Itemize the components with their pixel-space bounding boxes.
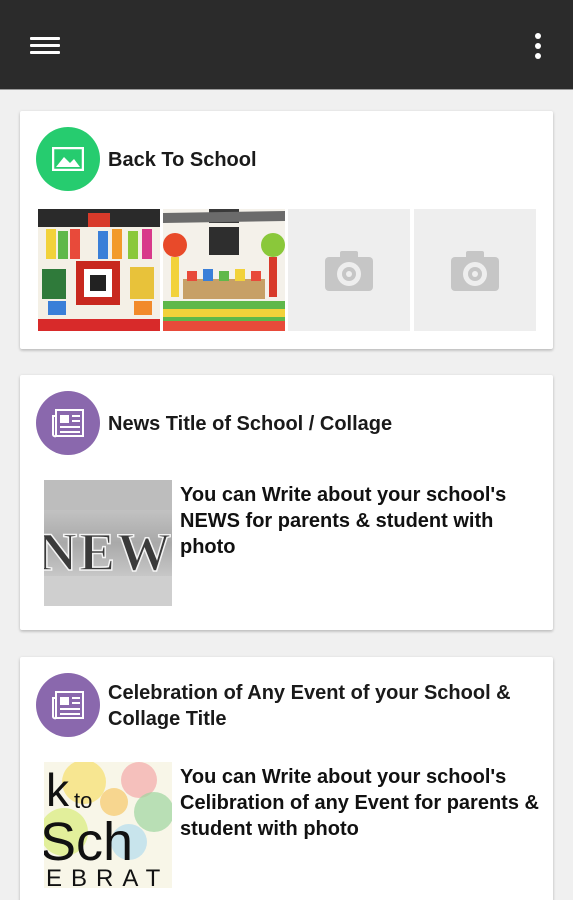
card-title: News Title of School / Collage	[108, 413, 393, 435]
menu-icon[interactable]	[26, 30, 64, 60]
card-title: Back To School	[108, 149, 257, 171]
celebration-text-to: to	[74, 788, 92, 813]
celebration-card[interactable]: Celebration of Any Event of your School …	[20, 657, 553, 900]
news-image[interactable]: NEWS	[44, 480, 172, 606]
camera-icon	[451, 249, 499, 291]
newspaper-icon	[36, 673, 100, 737]
gallery-photo[interactable]	[38, 209, 160, 331]
news-description: You can Write about your school's NEWS f…	[180, 484, 507, 558]
image-icon	[36, 127, 100, 191]
celebration-text-k: k	[46, 764, 70, 816]
newspaper-icon	[36, 391, 100, 455]
celebration-image[interactable]: k to Sch EBRAT	[44, 762, 172, 888]
photo-placeholder[interactable]	[288, 209, 410, 331]
news-card[interactable]: News Title of School / Collage NEWS You …	[20, 375, 553, 630]
gallery-photo[interactable]	[163, 209, 285, 331]
more-options-icon[interactable]	[522, 28, 554, 64]
card-title: Celebration of Any Event of your School …	[108, 682, 511, 730]
camera-icon	[325, 249, 373, 291]
news-image-text: NEWS	[44, 522, 172, 582]
celebration-text-ebrat: EBRAT	[46, 865, 169, 888]
celebration-text-sch: Sch	[44, 812, 133, 872]
gallery-card[interactable]: Back To School	[20, 111, 553, 349]
celebration-description: You can Write about your school's Celibr…	[180, 766, 539, 840]
photo-placeholder[interactable]	[414, 209, 536, 331]
app-bar	[0, 0, 573, 90]
